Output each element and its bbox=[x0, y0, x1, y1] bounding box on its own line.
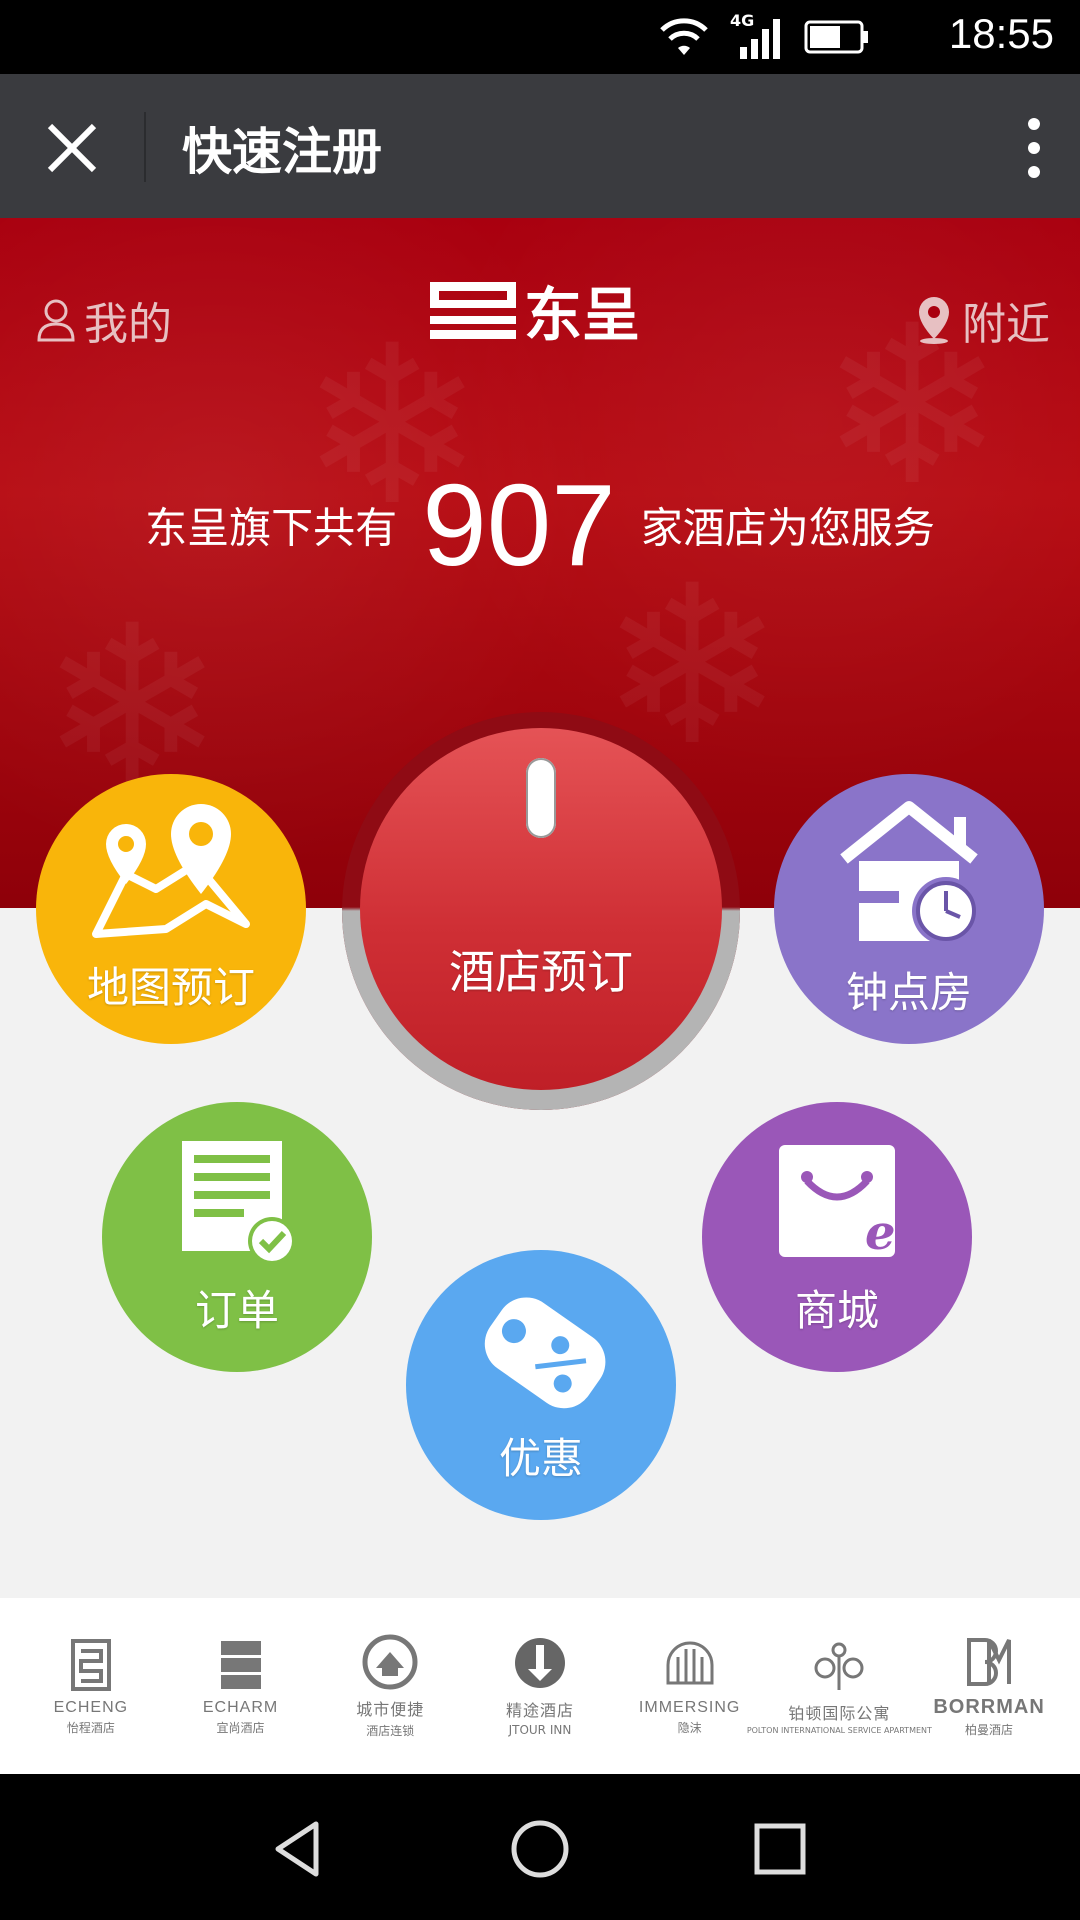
nearby-label: 附近 bbox=[962, 299, 1050, 350]
dongcheng-logo-icon bbox=[430, 282, 516, 339]
echarm-logo-icon bbox=[220, 1640, 261, 1689]
brand-sub-echarm: 宜尚酒店 bbox=[216, 1720, 265, 1735]
map-booking-label: 地图预订 bbox=[86, 962, 255, 1012]
my-account-link[interactable]: 我的 bbox=[36, 288, 172, 352]
count-prefix: 东呈旗下共有 bbox=[145, 503, 398, 553]
brand-name-echarm: ECHARM bbox=[202, 1698, 279, 1716]
close-icon[interactable] bbox=[44, 120, 100, 176]
more-options-icon[interactable] bbox=[1024, 116, 1044, 180]
my-account-label: 我的 bbox=[84, 299, 172, 350]
borrman-logo-icon bbox=[967, 1638, 1012, 1686]
home-icon[interactable] bbox=[505, 1814, 575, 1884]
brand-borrman[interactable]: BORRMAN 柏曼酒店 bbox=[919, 1634, 1059, 1738]
system-nav-bar bbox=[0, 1774, 1080, 1920]
shopping-bag-icon: e bbox=[779, 1144, 896, 1261]
hotel-count-statement: 东呈旗下共有 907 家酒店为您服务 bbox=[0, 458, 1080, 592]
immersing-logo-icon bbox=[666, 1640, 714, 1684]
svg-text:e: e bbox=[865, 1205, 896, 1261]
count-suffix: 家酒店为您服务 bbox=[640, 503, 935, 553]
hourly-room-label: 钟点房 bbox=[845, 967, 972, 1017]
status-bar: 4G 18:55 bbox=[0, 0, 1080, 74]
status-icons: 4G bbox=[658, 11, 870, 62]
brand-sub-jtour-inn: JTOUR INN bbox=[508, 1723, 572, 1737]
brand-echeng[interactable]: ECHENG 怡程酒店 bbox=[21, 1637, 161, 1736]
brand-name-echeng: ECHENG bbox=[53, 1698, 129, 1716]
house-clock-icon bbox=[840, 800, 980, 945]
city-inn-logo-icon bbox=[362, 1634, 418, 1689]
promotions-label: 优惠 bbox=[498, 1433, 583, 1483]
brand-jtour-inn[interactable]: 精途酒店 JTOUR INN bbox=[470, 1635, 610, 1737]
signal-icon: 4G bbox=[730, 11, 784, 59]
location-pin-icon bbox=[919, 297, 949, 344]
recent-apps-icon[interactable] bbox=[745, 1814, 815, 1884]
brand-sub-polton: POLTON INTERNATIONAL SERVICE APARTMENT bbox=[746, 1725, 932, 1735]
top-header: 快速注册 bbox=[0, 74, 1080, 218]
user-icon bbox=[37, 299, 75, 342]
header-divider bbox=[144, 112, 146, 182]
brand-logo: 东呈 bbox=[430, 268, 640, 352]
brand-name-polton: 铂顿国际公寓 bbox=[788, 1705, 891, 1723]
brand-sub-borrman: 柏曼酒店 bbox=[965, 1723, 1014, 1737]
brand-name-jtour-inn: 精途酒店 bbox=[505, 1703, 574, 1720]
battery-icon bbox=[804, 20, 868, 54]
brand-echarm[interactable]: ECHARM 宜尚酒店 bbox=[171, 1637, 311, 1736]
hotel-count: 907 bbox=[422, 460, 616, 590]
brand-sub-immersing: 隐沫 bbox=[677, 1720, 702, 1735]
jtour-logo-icon bbox=[514, 1638, 565, 1688]
orders-label: 订单 bbox=[194, 1285, 279, 1335]
brand-city-inn[interactable]: 城市便捷 酒店连锁 bbox=[320, 1634, 460, 1739]
nearby-link[interactable]: 附近 bbox=[914, 288, 1050, 352]
hotel-booking-label: 酒店预订 bbox=[449, 945, 633, 999]
orders-button[interactable]: 订单 bbox=[102, 1102, 372, 1372]
brand-logos-bar: ECHENG 怡程酒店 ECHARM 宜尚酒店 城市便捷 酒店连锁 精途酒店 J… bbox=[0, 1598, 1080, 1774]
brand-polton[interactable]: 铂顿国际公寓 POLTON INTERNATIONAL SERVICE APAR… bbox=[747, 1638, 932, 1735]
hotel-booking-button[interactable]: 酒店预订 bbox=[360, 728, 722, 1090]
brand-sub-city-inn: 酒店连锁 bbox=[366, 1723, 415, 1738]
brand-immersing[interactable]: IMMERSING 隐沫 bbox=[620, 1637, 760, 1736]
page-title: 快速注册 bbox=[182, 123, 382, 181]
clock: 18:55 bbox=[948, 10, 1054, 57]
brand-name: 东呈 bbox=[524, 281, 641, 349]
order-list-icon bbox=[182, 1140, 296, 1265]
map-pin-icon bbox=[92, 803, 250, 938]
dial-handle-icon bbox=[526, 758, 556, 838]
mall-label: 商城 bbox=[794, 1285, 879, 1335]
promotions-button[interactable]: 优惠 bbox=[406, 1250, 676, 1520]
brand-name-city-inn: 城市便捷 bbox=[356, 1701, 425, 1719]
back-icon[interactable] bbox=[264, 1814, 334, 1884]
brand-name-immersing: IMMERSING bbox=[638, 1698, 741, 1716]
wifi-icon bbox=[660, 18, 708, 55]
polton-logo-icon bbox=[814, 1642, 864, 1690]
map-booking-button[interactable]: 地图预订 bbox=[36, 774, 306, 1044]
hourly-room-button[interactable]: 钟点房 bbox=[774, 774, 1044, 1044]
discount-tag-icon bbox=[484, 1296, 606, 1408]
mall-button[interactable]: e 商城 bbox=[702, 1102, 972, 1372]
brand-name-borrman: BORRMAN bbox=[933, 1696, 1045, 1718]
brand-sub-echeng: 怡程酒店 bbox=[66, 1720, 115, 1735]
echeng-logo-icon bbox=[70, 1638, 111, 1691]
